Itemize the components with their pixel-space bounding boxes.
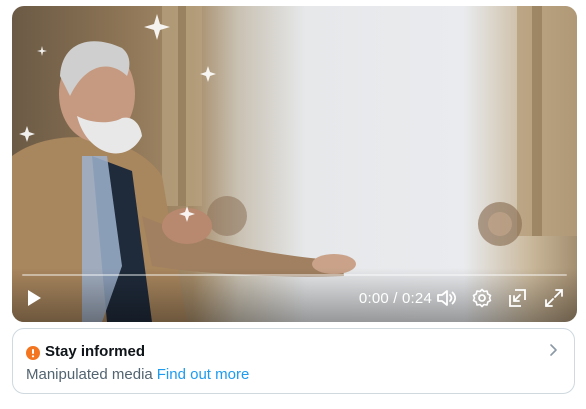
notice-description-text: Manipulated media (26, 366, 153, 383)
gear-icon[interactable] (471, 287, 493, 309)
manipulated-media-notice[interactable]: Stay informed Manipulated media Find out … (12, 328, 575, 394)
video-controls: 0:00 / 0:24 (12, 268, 577, 322)
play-icon[interactable] (24, 288, 44, 308)
notice-description: Manipulated media Find out more (26, 366, 249, 383)
video-player[interactable]: 0:00 / 0:24 (12, 6, 577, 322)
notice-title: Stay informed (45, 343, 146, 360)
chevron-right-icon[interactable] (546, 343, 560, 357)
volume-icon[interactable] (435, 287, 457, 309)
progress-bar[interactable] (22, 274, 567, 276)
time-display: 0:00 / 0:24 (358, 290, 432, 307)
fullscreen-icon[interactable] (543, 287, 565, 309)
find-out-more-link[interactable]: Find out more (157, 366, 250, 383)
picture-in-picture-icon[interactable] (507, 287, 529, 309)
exclamation-circle-icon (26, 346, 40, 360)
